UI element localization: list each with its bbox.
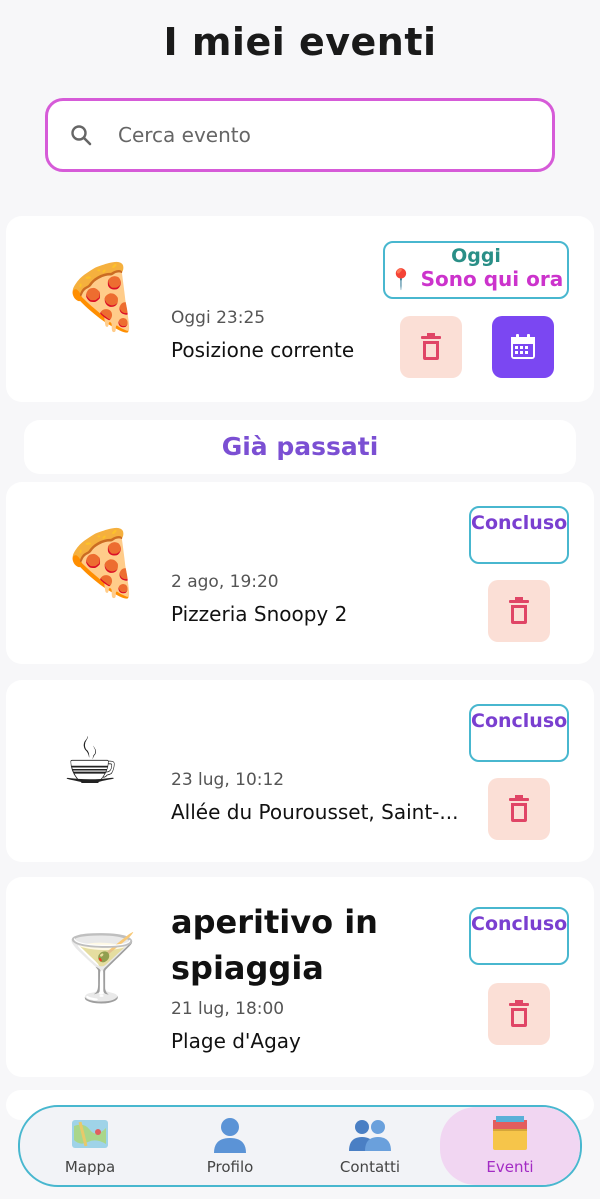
calendar-button[interactable] xyxy=(492,316,554,378)
trash-icon xyxy=(421,333,441,360)
nav-label: Mappa xyxy=(64,1158,116,1176)
status-badge: Concluso xyxy=(469,506,569,564)
event-title: aperitivo in spiaggia xyxy=(171,903,378,987)
coffee-icon: ☕ xyxy=(62,725,120,799)
event-card[interactable]: 🍕 2 ago, 19:20 Pizzeria Snoopy 2 Conclus… xyxy=(6,482,594,664)
status-badge: Concluso xyxy=(469,907,569,965)
search-icon xyxy=(70,124,92,146)
bottom-nav: Mappa Profilo Contatti Eventi xyxy=(18,1105,582,1187)
status-badge: Oggi 📍 Sono qui ora xyxy=(383,241,569,299)
pizza-icon: 🍕 xyxy=(62,527,142,601)
nav-item-eventi[interactable]: Eventi xyxy=(440,1107,580,1185)
event-card[interactable]: ☕ 23 lug, 10:12 Allée du Pourousset, Sai… xyxy=(6,680,594,862)
delete-button[interactable] xyxy=(488,580,550,642)
delete-button[interactable] xyxy=(488,983,550,1045)
page-title: I miei eventi xyxy=(163,20,437,64)
status-label: Concluso xyxy=(471,710,568,732)
event-place: Pizzeria Snoopy 2 xyxy=(171,602,348,626)
contacts-icon xyxy=(348,1116,392,1154)
event-place: Allée du Pourousset, Saint-... xyxy=(171,800,459,824)
pizza-icon: 🍕 xyxy=(62,261,142,335)
event-date: 2 ago, 19:20 xyxy=(171,572,279,592)
nav-item-mappa[interactable]: Mappa xyxy=(20,1107,160,1185)
nav-label: Contatti xyxy=(339,1158,401,1176)
event-date: 21 lug, 18:00 xyxy=(171,999,285,1019)
profile-icon xyxy=(212,1116,248,1154)
trash-icon xyxy=(509,1000,529,1027)
badge-day: Oggi xyxy=(451,245,501,267)
delete-button[interactable] xyxy=(400,316,462,378)
events-icon xyxy=(491,1116,529,1154)
status-label: Concluso xyxy=(471,512,568,534)
nav-item-profilo[interactable]: Profilo xyxy=(160,1107,300,1185)
badge-status: 📍 Sono qui ora xyxy=(388,267,564,291)
past-section-header: Già passati xyxy=(24,420,576,474)
cocktail-icon: 🍸 xyxy=(62,932,142,1006)
search-input[interactable] xyxy=(118,123,498,147)
nav-label: Eventi xyxy=(486,1158,534,1176)
event-place: Plage d'Agay xyxy=(171,1029,301,1053)
current-event-card[interactable]: 🍕 Oggi 23:25 Posizione corrente Oggi 📍 S… xyxy=(6,216,594,402)
delete-button[interactable] xyxy=(488,778,550,840)
map-icon xyxy=(70,1116,110,1154)
event-date: Oggi 23:25 xyxy=(171,308,266,328)
status-label: Concluso xyxy=(471,913,568,935)
status-badge: Concluso xyxy=(469,704,569,762)
trash-icon xyxy=(509,597,529,624)
event-date: 23 lug, 10:12 xyxy=(171,770,285,790)
search-bar[interactable] xyxy=(45,98,555,172)
event-card[interactable]: 🍸 aperitivo in spiaggia 21 lug, 18:00 Pl… xyxy=(6,877,594,1077)
trash-icon xyxy=(509,795,529,822)
calendar-icon xyxy=(511,334,535,359)
nav-item-contatti[interactable]: Contatti xyxy=(300,1107,440,1185)
nav-label: Profilo xyxy=(206,1158,254,1176)
